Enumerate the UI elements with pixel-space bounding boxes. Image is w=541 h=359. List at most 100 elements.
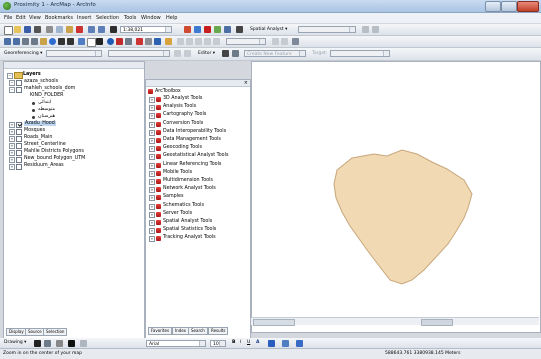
toolbox-item[interactable]: + Network Analyst Tools bbox=[146, 186, 250, 194]
expand-toggle[interactable]: + bbox=[149, 195, 155, 202]
new-document-icon[interactable] bbox=[4, 26, 13, 35]
toolbox-label[interactable]: 3D Analyst Tools bbox=[163, 96, 202, 101]
arctoolbox-root-label[interactable]: ArcToolbox bbox=[155, 89, 181, 94]
map-view-tabs[interactable] bbox=[253, 319, 295, 326]
underline-icon[interactable]: U bbox=[247, 340, 250, 345]
toolbox-item[interactable]: + Tracking Analyst Tools bbox=[146, 235, 250, 243]
toolbox-label[interactable]: Geocoding Tools bbox=[163, 145, 202, 150]
toc-layer-item[interactable]: + New_bound Polygon_UTM bbox=[4, 156, 144, 163]
toc-layer-label[interactable]: Mahlle Districts Polygons bbox=[24, 149, 84, 154]
toc-layer-item[interactable]: هنرستان bbox=[4, 114, 144, 121]
layout-view-icon[interactable] bbox=[165, 38, 172, 45]
menu-view[interactable]: View bbox=[29, 15, 41, 21]
expand-toggle[interactable]: + bbox=[149, 138, 155, 144]
map-view[interactable] bbox=[251, 61, 541, 333]
chevron-down-icon[interactable] bbox=[199, 340, 205, 346]
layer-visibility-checkbox[interactable] bbox=[16, 164, 22, 170]
zoom-out-icon[interactable] bbox=[13, 38, 20, 45]
expand-toggle[interactable]: + bbox=[149, 113, 155, 120]
identify-icon[interactable] bbox=[107, 38, 114, 45]
expand-toggle[interactable]: + bbox=[149, 228, 155, 235]
toolbox-item[interactable]: + Data Interoperability Tools bbox=[146, 129, 250, 136]
toolbox-item[interactable]: + Geostatistical Analyst Tools bbox=[146, 153, 250, 161]
toc-layer-label[interactable]: Azadu_Hood bbox=[24, 121, 56, 126]
toc-layer-item[interactable]: متوسطه bbox=[4, 107, 144, 114]
open-folder-icon[interactable] bbox=[14, 26, 21, 33]
add-data-icon[interactable] bbox=[110, 26, 117, 33]
measure-icon[interactable] bbox=[125, 38, 132, 45]
redo-icon[interactable] bbox=[98, 26, 105, 33]
undo-icon[interactable] bbox=[88, 26, 95, 33]
toolbox-item[interactable]: + Geocoding Tools bbox=[146, 145, 250, 153]
toc-layer-item[interactable]: + Mahlle Districts Polygons bbox=[4, 149, 144, 156]
spatial-analyst-layer-dropdown[interactable] bbox=[298, 25, 356, 33]
paste-icon[interactable] bbox=[66, 26, 73, 33]
toc-layer-item[interactable]: ابتدائی bbox=[4, 100, 144, 107]
font-dropdown[interactable]: Arial bbox=[146, 339, 206, 347]
select-features-icon[interactable] bbox=[78, 38, 85, 45]
italic-icon[interactable]: I bbox=[240, 340, 241, 345]
save-icon[interactable] bbox=[24, 26, 31, 33]
chevron-down-icon[interactable] bbox=[163, 50, 169, 56]
toolbox-label[interactable]: Conversion Tools bbox=[163, 121, 203, 126]
model-builder-icon[interactable] bbox=[224, 26, 231, 33]
zoom-in-icon[interactable] bbox=[4, 38, 11, 45]
toc-layer-label[interactable]: Mosques bbox=[24, 128, 45, 133]
cut-icon[interactable] bbox=[46, 26, 53, 33]
toolbox-label[interactable]: Data Interoperability Tools bbox=[163, 129, 226, 134]
time-slider-icon[interactable] bbox=[145, 38, 152, 45]
expand-toggle[interactable]: + bbox=[149, 154, 155, 161]
select-elements-icon[interactable] bbox=[34, 339, 41, 347]
expand-toggle[interactable]: + bbox=[149, 121, 155, 128]
tab-index[interactable]: Index bbox=[172, 327, 190, 335]
map-scale-field[interactable]: 1:38,021 bbox=[120, 25, 172, 33]
command-line-icon[interactable] bbox=[214, 26, 221, 33]
toolbox-label[interactable]: Samples bbox=[163, 194, 184, 199]
expand-toggle[interactable]: + bbox=[149, 162, 155, 169]
menu-window[interactable]: Window bbox=[141, 15, 161, 21]
map-horizontal-scrollbar[interactable] bbox=[251, 317, 539, 326]
fixed-zoom-out-icon[interactable] bbox=[31, 38, 38, 45]
toolbox-label[interactable]: Network Analyst Tools bbox=[163, 186, 216, 191]
table-of-contents-icon[interactable] bbox=[194, 26, 201, 33]
font-color-icon[interactable]: A bbox=[256, 340, 259, 345]
tab-display[interactable]: Display bbox=[6, 328, 27, 336]
toolbox-item[interactable]: + Linear Referencing Tools bbox=[146, 162, 250, 169]
expand-toggle[interactable]: + bbox=[149, 220, 155, 226]
toolbox-item[interactable]: + Cartography Tools bbox=[146, 112, 250, 120]
toolbox-item[interactable]: + Mobile Tools bbox=[146, 170, 250, 177]
expand-toggle[interactable]: + bbox=[149, 129, 155, 136]
expand-toggle[interactable]: + bbox=[9, 164, 15, 170]
editor-menu[interactable]: Editor ▾ bbox=[198, 51, 215, 56]
editor-toolbar-icon[interactable] bbox=[184, 26, 191, 33]
toc-layer-item[interactable]: + Residuum_Areas bbox=[4, 163, 144, 170]
find-icon[interactable] bbox=[116, 38, 123, 45]
sketch-tool-icon[interactable] bbox=[232, 50, 239, 57]
text-tool-icon[interactable] bbox=[68, 339, 75, 347]
forward-extent-icon[interactable] bbox=[67, 38, 74, 45]
expand-toggle[interactable]: + bbox=[149, 97, 155, 103]
toc-layer-label[interactable]: New_bound Polygon_UTM bbox=[24, 156, 85, 161]
georeferencing-menu[interactable]: Georeferencing ▾ bbox=[4, 51, 42, 56]
font-size-dropdown[interactable]: 10 bbox=[210, 339, 226, 347]
delete-icon[interactable] bbox=[76, 26, 83, 33]
toolbox-label[interactable]: Spatial Statistics Tools bbox=[163, 227, 216, 232]
toc-layer-label[interactable]: Roads_Main bbox=[24, 135, 52, 140]
tab-source[interactable]: Source bbox=[25, 328, 45, 336]
line-color-icon[interactable] bbox=[282, 339, 289, 347]
toolbox-item[interactable]: + Server Tools bbox=[146, 211, 250, 218]
go-to-xy-icon[interactable] bbox=[154, 38, 161, 45]
toolbox-label[interactable]: Server Tools bbox=[163, 211, 192, 216]
bold-icon[interactable]: B bbox=[232, 340, 235, 345]
expand-toggle[interactable]: + bbox=[149, 236, 155, 243]
chevron-down-icon[interactable] bbox=[383, 50, 389, 56]
full-extent-icon[interactable] bbox=[49, 38, 56, 45]
menu-help[interactable]: Help bbox=[166, 15, 177, 21]
tab-search[interactable]: Search bbox=[188, 327, 208, 335]
toolbox-item[interactable]: + Multidimension Tools bbox=[146, 178, 250, 185]
toc-layer-item[interactable]: + Mosques bbox=[4, 128, 144, 135]
histogram-icon[interactable] bbox=[362, 26, 369, 33]
target-dropdown[interactable] bbox=[330, 49, 390, 57]
menu-file[interactable]: File bbox=[4, 15, 12, 21]
chevron-down-icon[interactable] bbox=[349, 26, 355, 32]
